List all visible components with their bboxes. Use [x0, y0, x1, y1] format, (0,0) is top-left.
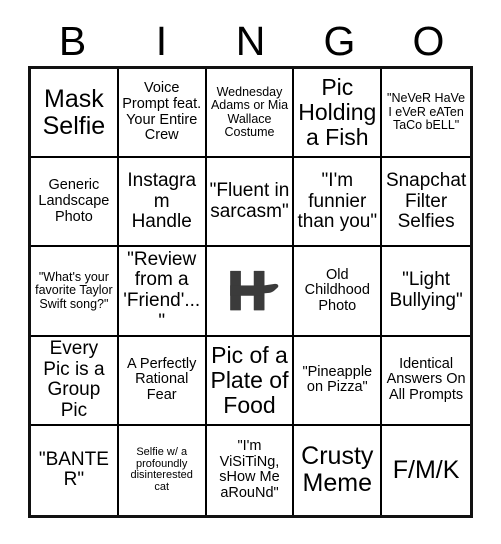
bingo-cell[interactable]: "Fluent in sarcasm" [206, 158, 295, 248]
bingo-header: B I N G O [28, 16, 473, 66]
bingo-cell-label: "NeVeR HaVe I eVeR eATen TaCo bELL" [387, 91, 466, 133]
bingo-cell[interactable]: "What's your favorite Taylor Swift song?… [31, 247, 119, 337]
bingo-cell-label: Voice Prompt feat. Your Entire Crew [122, 80, 202, 144]
bingo-cell-label: "Pineapple on Pizza" [302, 363, 373, 396]
bingo-cell-label: Generic Landscape Photo [38, 177, 110, 225]
bingo-cell-label: Every Pic is a Group Pic [43, 338, 105, 421]
bingo-cell-label: "Fluent in sarcasm" [209, 180, 290, 222]
bingo-cell[interactable]: Selfie w/ a profoundly disinterested cat [118, 425, 207, 515]
bingo-cell[interactable]: Mask Selfie [31, 69, 119, 159]
bingo-cell-label: "I'm ViSiTiNg, sHow Me aRouNd" [219, 438, 280, 502]
header-letter-i: I [155, 17, 168, 64]
bingo-grid: Mask Selfie Voice Prompt feat. Your Enti… [28, 66, 473, 518]
bingo-cell[interactable]: Generic Landscape Photo [31, 158, 119, 248]
bingo-cell[interactable]: Identical Answers On All Prompts [382, 336, 470, 426]
bingo-cell[interactable]: Old Childhood Photo [294, 247, 383, 337]
bingo-card: B I N G O Mask Selfie Voice Prompt feat.… [0, 0, 501, 544]
bingo-cell-label: Selfie w/ a profoundly disinterested cat [130, 445, 193, 494]
bingo-cell-label: "Light Bullying" [389, 269, 463, 311]
bingo-cell-label: Pic Holding a Fish [298, 74, 377, 150]
bingo-cell-label: Snapchat Filter Selfies [385, 170, 467, 233]
bingo-cell-label: Identical Answers On All Prompts [386, 355, 466, 404]
bingo-cell[interactable]: "Light Bullying" [382, 247, 470, 337]
bingo-cell[interactable]: Snapchat Filter Selfies [382, 158, 470, 248]
bingo-cell-label: A Perfectly Rational Fear [127, 355, 197, 404]
bingo-cell-label: Pic of a Plate of Food [210, 341, 289, 418]
bingo-cell-label: Mask Selfie [42, 84, 106, 140]
bingo-cell-label: Wednesday Adams or Mia Wallace Costume [210, 84, 289, 140]
bingo-cell-label: "BANTER" [38, 448, 109, 491]
bingo-cell-label: "I'm funnier than you" [297, 170, 378, 233]
bingo-cell[interactable]: F/M/K [382, 425, 470, 515]
bingo-cell[interactable]: "Pineapple on Pizza" [294, 336, 383, 426]
bingo-cell[interactable]: A Perfectly Rational Fear [118, 336, 207, 426]
header-letter-n: N [235, 17, 266, 64]
bingo-cell[interactable]: Voice Prompt feat. Your Entire Crew [118, 69, 207, 159]
bingo-cell[interactable]: "NeVeR HaVe I eVeR eATen TaCo bELL" [382, 69, 470, 159]
bingo-cell[interactable]: "I'm funnier than you" [294, 158, 383, 248]
h-swoosh-logo-icon [229, 271, 278, 311]
header-letter-o: O [412, 17, 445, 64]
bingo-cell-label: Crusty Meme [301, 442, 374, 498]
bingo-cell-label: Instagram Handle [127, 170, 197, 233]
bingo-cell-free-space[interactable] [206, 247, 295, 337]
bingo-cell-label: Old Childhood Photo [304, 266, 370, 314]
header-letter-b: B [58, 17, 87, 64]
bingo-cell[interactable]: Every Pic is a Group Pic [31, 336, 119, 426]
bingo-cell[interactable]: "Review from a 'Friend'..." [118, 247, 207, 337]
bingo-cell[interactable]: Wednesday Adams or Mia Wallace Costume [206, 69, 295, 159]
bingo-cell[interactable]: Pic Holding a Fish [294, 69, 383, 159]
bingo-cell-label: "Review from a 'Friend'..." [123, 248, 201, 332]
bingo-cell[interactable]: "BANTER" [31, 425, 119, 515]
header-letter-g: G [323, 17, 356, 64]
bingo-cell-label: "What's your favorite Taylor Swift song?… [35, 269, 113, 311]
bingo-cell[interactable]: Pic of a Plate of Food [206, 336, 295, 426]
bingo-cell[interactable]: "I'm ViSiTiNg, sHow Me aRouNd" [206, 425, 295, 515]
bingo-cell[interactable]: Crusty Meme [294, 425, 383, 515]
bingo-cell[interactable]: Instagram Handle [118, 158, 207, 248]
bingo-cell-label: F/M/K [392, 455, 460, 484]
